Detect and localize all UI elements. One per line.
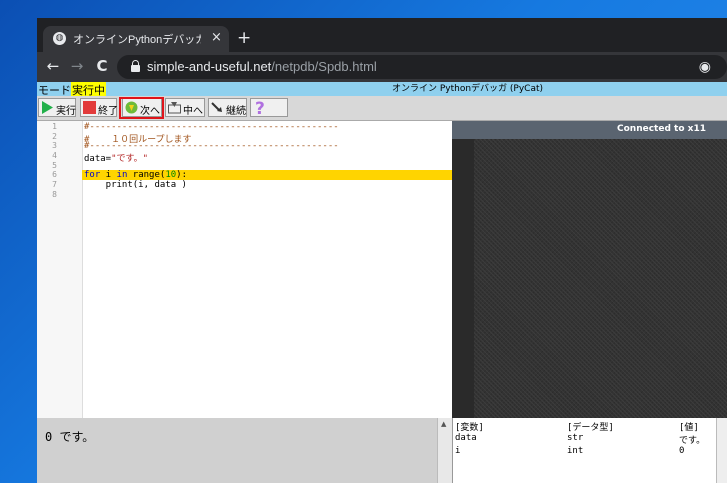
url-path: /netpdb/Spdb.html [271,59,377,74]
column-header: [データ型] [567,423,614,433]
stop-button[interactable]: 終了 [80,98,118,117]
code-line-current: for i in range(10): [84,170,187,180]
tab-title: オンラインPythonデバッガ [PyCat] (C [73,34,201,46]
code-line: print(i, data ) [84,180,187,190]
table-row: i int 0 [455,446,724,456]
cell: int [567,446,584,456]
page-content: モード 実行中 オンライン Pythonデバッガ (PyCat) 実行 終了 次… [37,82,727,483]
forward-button[interactable]: → [67,57,87,75]
keyword-token: for [84,170,101,180]
line-number: 7 [52,180,57,189]
table-header-row: [変数] [データ型] [値] [455,420,724,433]
address-bar[interactable]: simple-and-useful.net/netpdb/Spdb.html ◉ [117,55,727,79]
line-number: 5 [52,161,57,170]
svg-text:?: ? [255,99,265,116]
cell: str [567,433,584,443]
line-number: 4 [52,151,57,160]
string-token: "です。" [111,154,149,164]
remote-screen[interactable] [474,139,727,418]
variables-pane: [変数] [データ型] [値] data str です。 i int 0 [452,418,727,483]
stop-label: 終了 [98,106,118,117]
line-number-gutter: 1 2 3 4 5 6 7 8 [37,121,83,418]
play-icon [42,101,53,114]
output-console[interactable]: 0 です。 [37,418,437,483]
line-number: 8 [52,190,57,199]
help-icon: ? [255,99,265,116]
step-in-label: 中へ [183,106,203,117]
code-line: data="です。" [84,151,148,164]
debugger-toolbar: 実行 終了 次へ 中へ 継続 ? [37,96,727,121]
tab-strip: ◍ オンラインPythonデバッガ [PyCat] (C × + [37,18,727,52]
line-number: 6 [52,170,57,179]
nav-bar: ← → C simple-and-useful.net/netpdb/Spdb.… [37,52,727,82]
close-tab-icon[interactable]: × [211,30,222,45]
keyword-token: in [116,170,128,180]
cell: data [455,433,477,443]
step-in-button[interactable]: 中へ [165,98,205,117]
line-number: 2 [52,132,57,141]
table-row: data str です。 [455,433,724,446]
continue-arrow-icon [211,102,222,112]
line-number: 1 [52,122,57,131]
column-header: [変数] [455,423,484,433]
continue-label: 継続 [226,106,246,117]
code-token: range( [127,170,166,180]
code-token: ): [176,170,187,180]
line-number: 3 [52,141,57,150]
browser-tab[interactable]: ◍ オンラインPythonデバッガ [PyCat] (C × [43,26,229,52]
back-button[interactable]: ← [43,57,63,75]
url-host: simple-and-useful.net [147,59,272,74]
output-text: 0 です。 [45,430,95,444]
number-token: 10 [165,170,177,180]
code-editor[interactable]: 1 2 3 4 5 6 7 8 #-----------------------… [37,121,453,418]
reload-button[interactable]: C [92,57,112,75]
browser-window: ◍ オンラインPythonデバッガ [PyCat] (C × + ← → C s… [37,18,727,483]
scroll-up-icon[interactable]: ▲ [441,420,446,428]
step-in-icon [168,102,181,114]
code-token: i [100,170,117,180]
globe-icon: ◍ [53,32,66,45]
remote-sidebar [452,139,474,418]
stop-icon [83,101,96,114]
remote-display-pane: Connected to x11 [452,121,727,418]
new-tab-button[interactable]: + [237,28,251,48]
url-text: simple-and-useful.net/netpdb/Spdb.html [147,59,377,74]
cell: i [455,446,461,456]
remote-status: Connected to x11 [617,124,706,134]
lock-icon [131,60,140,72]
output-scrollbar[interactable]: ▲ [437,418,453,483]
variables-table: [変数] [データ型] [値] data str です。 i int 0 [455,420,724,456]
run-button[interactable]: 実行 [38,98,76,117]
code-token: data= [84,154,112,164]
eye-icon[interactable]: ◉ [699,59,711,75]
mode-bar: モード 実行中 オンライン Pythonデバッガ (PyCat) [37,82,727,98]
code-line: #---------------------------------------… [84,141,339,151]
variables-scrollbar[interactable] [716,418,727,483]
code-line: #---------------------------------------… [84,122,339,132]
highlight-frame [119,97,164,119]
run-label: 実行 [56,106,76,117]
help-button[interactable]: ? [250,98,288,117]
page-title: オンライン Pythonデバッガ (PyCat) [392,84,544,94]
continue-button[interactable]: 継続 [208,98,247,117]
remote-header: Connected to x11 [452,121,727,139]
